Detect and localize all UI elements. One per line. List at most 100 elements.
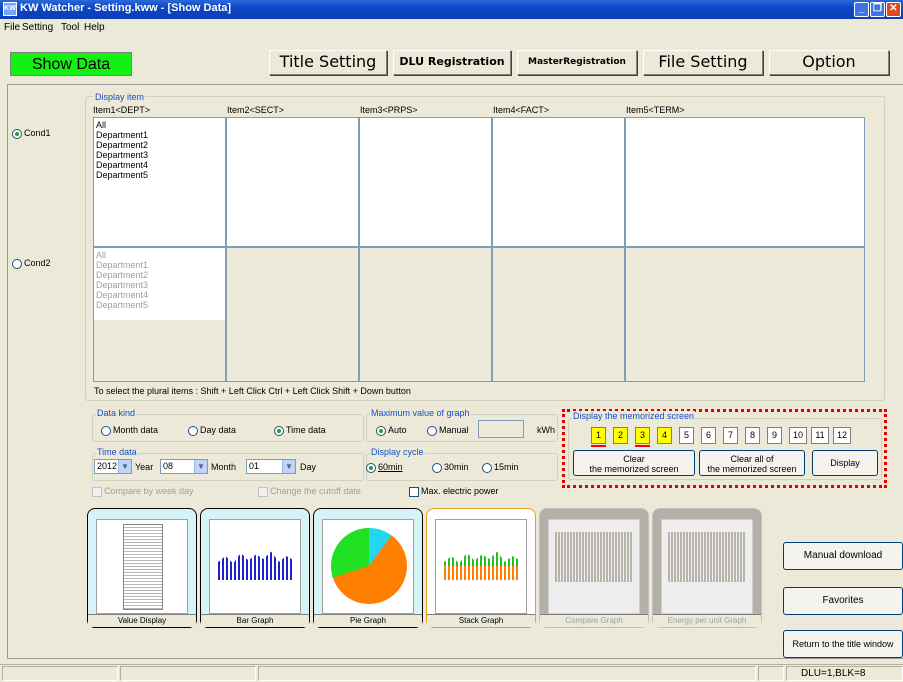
cond2-item4-list[interactable] (492, 247, 625, 382)
dlu-registration-button[interactable]: DLU Registration (393, 50, 511, 75)
status-cell (120, 666, 256, 681)
cycle-60min-radio[interactable]: 60min (366, 462, 403, 473)
list-item[interactable]: All (96, 120, 223, 130)
master-registration-button[interactable]: MasterRegistration (517, 50, 637, 75)
memory-slot-2[interactable]: 2 (613, 427, 628, 444)
radio-dot[interactable] (366, 462, 376, 473)
memory-slot-5[interactable]: 5 (679, 427, 694, 444)
cond1-item3-list[interactable] (359, 117, 492, 247)
memory-slot-8[interactable]: 8 (745, 427, 760, 444)
month-data-label: Month data (113, 425, 159, 435)
list-item[interactable]: Department3 (96, 150, 223, 160)
compare-week-day-label: Compare by week day (104, 486, 194, 496)
minimize-button[interactable]: _ (854, 2, 869, 17)
day-select[interactable]: 01 ▼ (246, 459, 296, 474)
radio-dot[interactable] (188, 425, 198, 436)
month-select[interactable]: 08 ▼ (160, 459, 208, 474)
memory-slot-4[interactable]: 4 (657, 427, 672, 444)
cond1-item5-list[interactable] (625, 117, 865, 247)
compare-graph-card[interactable]: Compare Graph (539, 508, 649, 628)
cond2-item3-list[interactable] (359, 247, 492, 382)
value-display-card[interactable]: Value Display (87, 508, 197, 628)
cond2-item1-list[interactable]: All Department1 Department2 Department3 … (93, 247, 226, 382)
manual-radio[interactable]: Manual (427, 425, 469, 436)
list-item[interactable]: Department2 (96, 270, 223, 280)
list-item[interactable]: Department4 (96, 290, 223, 300)
energy-per-unit-card[interactable]: Energy per unit Graph (652, 508, 762, 628)
show-data-button[interactable]: Show Data (10, 52, 132, 76)
file-setting-button[interactable]: File Setting (643, 50, 763, 75)
kwh-unit: kWh (537, 425, 555, 435)
menu-file[interactable]: File (4, 22, 20, 33)
cond1-radio-dot[interactable] (12, 128, 22, 139)
list-item[interactable]: Department5 (96, 300, 223, 310)
cond2-radio-dot[interactable] (12, 258, 22, 269)
cond1-item4-list[interactable] (492, 117, 625, 247)
stack-graph-card[interactable]: Stack Graph (426, 508, 536, 628)
time-data-radio[interactable]: Time data (274, 425, 326, 436)
item5-header: Item5<TERM> (626, 105, 685, 115)
cycle-15min-radio[interactable]: 15min (482, 462, 519, 473)
favorites-button[interactable]: Favorites (783, 587, 903, 615)
change-cutoff-checkbox[interactable]: Change the cutoff date (258, 486, 361, 497)
memory-slot-9[interactable]: 9 (767, 427, 782, 444)
restore-button[interactable]: ❐ (870, 2, 885, 17)
memory-slot-11[interactable]: 11 (811, 427, 829, 444)
clear-memorized-button[interactable]: Clear the memorized screen (573, 450, 695, 476)
checkbox-box[interactable] (258, 486, 268, 497)
chevron-down-icon[interactable]: ▼ (118, 460, 131, 473)
cycle-30min-radio[interactable]: 30min (432, 462, 469, 473)
bar-graph-card[interactable]: Bar Graph (200, 508, 310, 628)
cond1-item2-list[interactable] (226, 117, 359, 247)
stack-graph-label: Stack Graph (427, 614, 535, 627)
memory-slot-3[interactable]: 3 (635, 427, 650, 444)
list-item[interactable]: Department2 (96, 140, 223, 150)
list-item[interactable]: Department1 (96, 130, 223, 140)
memory-slot-7[interactable]: 7 (723, 427, 738, 444)
day-data-radio[interactable]: Day data (188, 425, 236, 436)
max-electric-power-checkbox[interactable]: Max. electric power (409, 486, 499, 497)
list-item[interactable]: Department1 (96, 260, 223, 270)
time-data-label: Time data (286, 425, 326, 435)
year-select[interactable]: 2012 ▼ (94, 459, 132, 474)
clear-all-memorized-button[interactable]: Clear all of the memorized screen (699, 450, 805, 476)
memory-slot-1[interactable]: 1 (591, 427, 606, 444)
display-memorized-button[interactable]: Display (812, 450, 878, 476)
memory-slot-12[interactable]: 12 (833, 427, 851, 444)
menu-tool[interactable]: Tool (61, 22, 79, 33)
cond2-item2-list[interactable] (226, 247, 359, 382)
checkbox-box[interactable] (409, 486, 419, 497)
menu-bar: File Setting Tool Help (0, 19, 903, 37)
close-button[interactable]: ✕ (886, 2, 901, 17)
list-item[interactable]: Department5 (96, 170, 223, 180)
cond2-item5-list[interactable] (625, 247, 865, 382)
return-title-button[interactable]: Return to the title window (783, 630, 903, 658)
manual-max-input[interactable] (478, 420, 524, 438)
memory-slot-10[interactable]: 10 (789, 427, 807, 444)
pie-graph-card[interactable]: Pie Graph (313, 508, 423, 628)
radio-dot[interactable] (427, 425, 437, 436)
chevron-down-icon[interactable]: ▼ (282, 460, 295, 473)
option-button[interactable]: Option (769, 50, 889, 75)
radio-dot[interactable] (274, 425, 284, 436)
month-data-radio[interactable]: Month data (101, 425, 158, 436)
memory-slot-6[interactable]: 6 (701, 427, 716, 444)
list-item[interactable]: All (96, 250, 223, 260)
radio-dot[interactable] (101, 425, 111, 436)
radio-dot[interactable] (376, 425, 386, 436)
list-item[interactable]: Department3 (96, 280, 223, 290)
auto-radio[interactable]: Auto (376, 425, 407, 436)
chevron-down-icon[interactable]: ▼ (194, 460, 207, 473)
cond1-item1-list[interactable]: All Department1 Department2 Department3 … (93, 117, 226, 247)
cond1-radio[interactable]: Cond1 (12, 128, 51, 139)
radio-dot[interactable] (482, 462, 492, 473)
compare-week-day-checkbox[interactable]: Compare by week day (92, 486, 194, 497)
manual-download-button[interactable]: Manual download (783, 542, 903, 570)
radio-dot[interactable] (432, 462, 442, 473)
title-setting-button[interactable]: Title Setting (269, 50, 387, 75)
cond2-radio[interactable]: Cond2 (12, 258, 51, 269)
menu-help[interactable]: Help (84, 22, 105, 33)
menu-setting[interactable]: Setting (22, 22, 53, 33)
list-item[interactable]: Department4 (96, 160, 223, 170)
checkbox-box[interactable] (92, 486, 102, 497)
